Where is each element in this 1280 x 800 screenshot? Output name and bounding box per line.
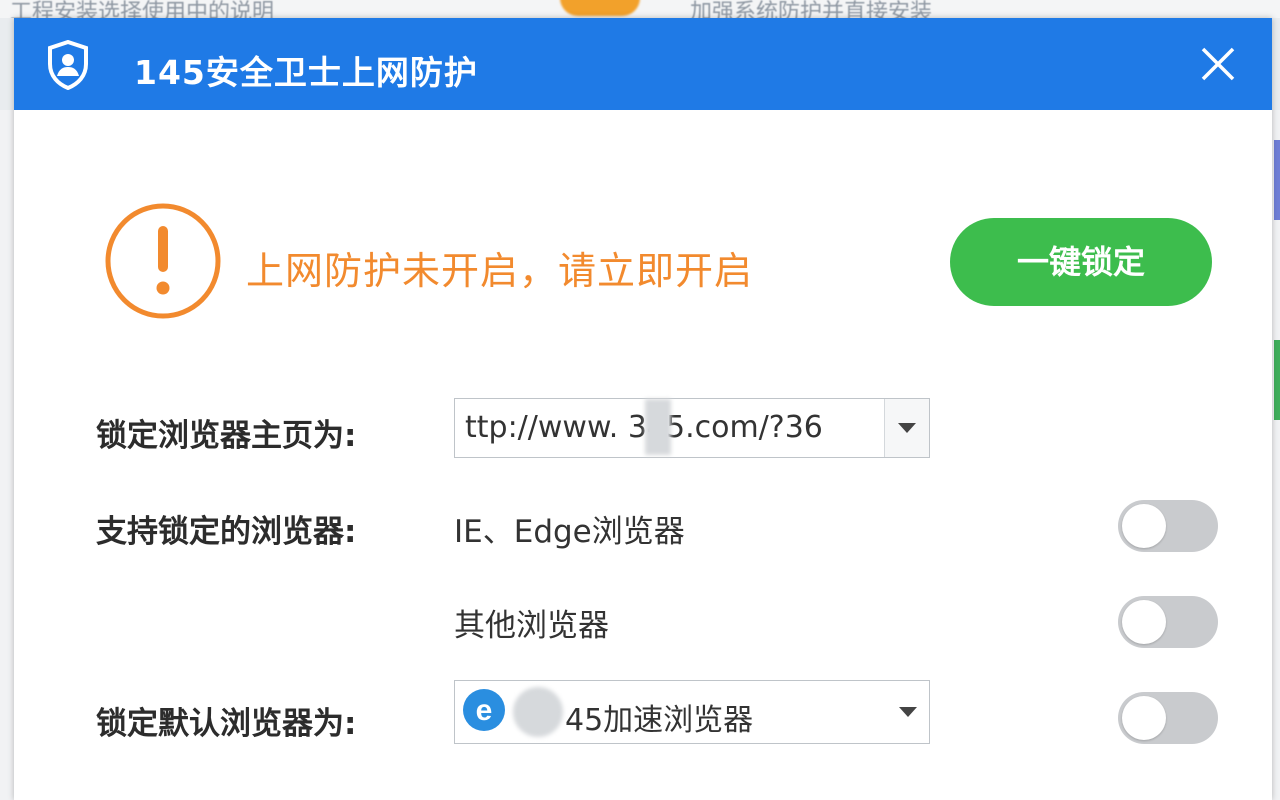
background-green-bar xyxy=(1274,340,1280,420)
supported-browsers-label: 支持锁定的浏览器: xyxy=(96,514,357,550)
close-icon[interactable] xyxy=(1198,44,1238,84)
redacted-region xyxy=(645,399,671,455)
one-click-lock-button[interactable]: 一键锁定 xyxy=(950,218,1212,306)
default-browser-combobox[interactable]: e 45加速浏览器 xyxy=(454,680,930,744)
toggle-ie-edge[interactable] xyxy=(1118,500,1218,552)
homepage-url-text: ttp://www. 345.com/?36 xyxy=(465,410,823,445)
toggle-knob xyxy=(1122,600,1166,644)
browser-e-icon: e xyxy=(463,689,505,731)
toggle-other-browsers[interactable] xyxy=(1118,596,1218,648)
shield-user-icon xyxy=(48,40,88,90)
background-right-edge xyxy=(1272,110,1280,800)
background-text-right: 加强系统防护并直接安装 xyxy=(690,0,933,18)
svg-text:e: e xyxy=(476,694,493,727)
dialog-titlebar: 145安全卫士上网防护 xyxy=(14,18,1272,110)
homepage-label: 锁定浏览器主页为: xyxy=(96,418,357,454)
background-text-left: 工程安装选择使用中的说明 xyxy=(10,0,275,18)
background-left-edge xyxy=(0,110,14,800)
default-browser-value: 45加速浏览器 xyxy=(565,703,754,738)
background-orange-shape xyxy=(560,0,640,16)
dialog-title: 145安全卫士上网防护 xyxy=(134,53,478,92)
chevron-down-icon[interactable] xyxy=(884,399,929,457)
toggle-knob xyxy=(1122,696,1166,740)
browser-option-ie-edge: IE、Edge浏览器 xyxy=(454,514,685,550)
background-blue-bar xyxy=(1274,140,1280,220)
web-protection-dialog: 145安全卫士上网防护 上网防护未开启，请立即开启 一键锁定 锁定浏览器主页为:… xyxy=(14,18,1272,800)
background-window-strip: 工程安装选择使用中的说明 加强系统防护并直接安装 xyxy=(0,0,1280,18)
redacted-region xyxy=(513,687,563,737)
toggle-default-browser[interactable] xyxy=(1118,692,1218,744)
homepage-combobox[interactable]: ttp://www. 345.com/?36 xyxy=(454,398,930,458)
default-browser-label: 锁定默认浏览器为: xyxy=(96,706,357,742)
chevron-down-icon[interactable] xyxy=(899,707,917,717)
protection-status-message: 上网防护未开启，请立即开启 xyxy=(246,249,754,293)
browser-option-other: 其他浏览器 xyxy=(454,608,609,644)
toggle-knob xyxy=(1122,504,1166,548)
warning-circle-icon xyxy=(105,203,221,319)
